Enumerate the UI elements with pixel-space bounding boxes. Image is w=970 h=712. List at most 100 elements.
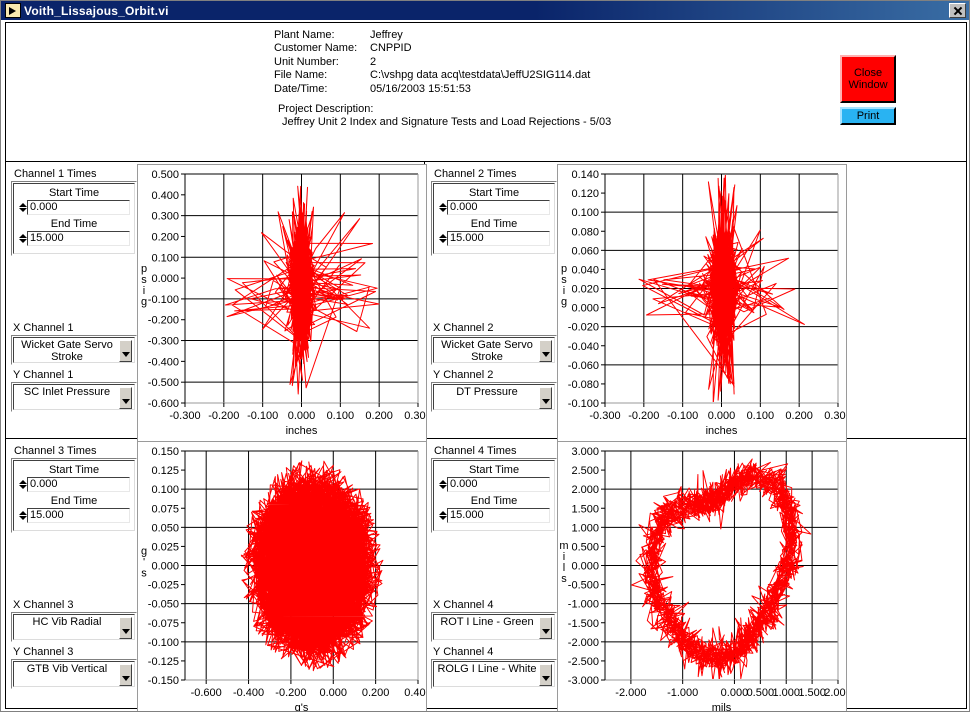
x-channel-1-select[interactable]: Wicket Gate Servo Stroke <box>11 335 137 365</box>
chart-4-plot[interactable]: 3.0002.5002.0001.5001.0000.5000.000-0.50… <box>558 442 846 712</box>
unit-number-value: 2 <box>370 55 377 68</box>
chart-1-container[interactable]: 0.500 0.400 0.300 0.200 0.100 0.000 -0.100 -0.2… <box>137 164 427 444</box>
channel-4-start-time-control[interactable]: 0.000 <box>438 477 550 492</box>
channel-1-start-time-input[interactable]: 0.000 <box>27 200 130 215</box>
chevron-up-icon[interactable] <box>438 480 447 484</box>
svg-text:g: g <box>141 296 147 308</box>
chevron-up-icon[interactable] <box>18 511 27 515</box>
chevron-down-icon[interactable] <box>18 239 27 243</box>
svg-text:-1.000: -1.000 <box>568 599 599 611</box>
chevron-down-icon[interactable] <box>119 387 132 409</box>
channel-3-start-time-stepper[interactable] <box>18 477 27 492</box>
svg-text:-0.400: -0.400 <box>148 356 179 368</box>
chevron-down-icon[interactable] <box>539 387 552 409</box>
chevron-up-icon[interactable] <box>438 203 447 207</box>
channel-2-end-time-input[interactable]: 15.000 <box>447 231 550 246</box>
chevron-up-icon[interactable] <box>438 234 447 238</box>
window-titlebar[interactable]: Voith_Lissajous_Orbit.vi <box>1 1 969 20</box>
svg-text:0.000: 0.000 <box>571 561 599 573</box>
y-channel-3-select[interactable]: GTB Vib Vertical <box>11 659 137 689</box>
channel-3-end-time-input[interactable]: 15.000 <box>27 508 130 523</box>
svg-text:g's: g's <box>295 702 309 712</box>
svg-text:0.000: 0.000 <box>571 303 599 315</box>
channel-4-end-time-stepper[interactable] <box>438 508 447 523</box>
svg-text:-0.600: -0.600 <box>148 398 179 410</box>
chevron-down-icon[interactable] <box>438 516 447 520</box>
x-channel-1-label: X Channel 1 <box>13 322 74 334</box>
y-channel-4-select[interactable]: ROLG I Line - White <box>431 659 557 689</box>
svg-text:0.150: 0.150 <box>151 446 179 458</box>
channel-2-end-time-stepper[interactable] <box>438 231 447 246</box>
close-icon[interactable] <box>949 3 966 18</box>
close-window-button[interactable]: Close Window <box>840 55 896 103</box>
chevron-down-icon[interactable] <box>438 208 447 212</box>
channel-2-end-time-control[interactable]: 15.000 <box>438 231 550 246</box>
svg-text:0.050: 0.050 <box>151 522 179 534</box>
chevron-down-icon[interactable] <box>119 340 132 362</box>
svg-text:0.000: 0.000 <box>721 687 749 699</box>
channel-3-start-time-input[interactable]: 0.000 <box>27 477 130 492</box>
y-channel-2-select[interactable]: DT Pressure <box>431 382 557 412</box>
channel-1-end-time-control[interactable]: 15.000 <box>18 231 130 246</box>
channel-2-start-time-control[interactable]: 0.000 <box>438 200 550 215</box>
print-button[interactable]: Print <box>840 107 896 125</box>
header-row-unit-number: Unit Number: 2 <box>274 56 611 69</box>
svg-text:0.060: 0.060 <box>571 245 599 257</box>
channel-3-end-time-stepper[interactable] <box>18 508 27 523</box>
svg-text:0.080: 0.080 <box>571 226 599 238</box>
channel-1-start-time-stepper[interactable] <box>18 200 27 215</box>
channel-4-start-time-stepper[interactable] <box>438 477 447 492</box>
y-channel-4-value: ROLG I Line - White <box>437 663 537 675</box>
chart-2-container[interactable]: 0.140 0.120 0.100 0.080 0.060 0.040 0.020 0.000… <box>557 164 847 444</box>
svg-text:0.100: 0.100 <box>571 207 599 219</box>
svg-text:2.500: 2.500 <box>571 465 599 477</box>
front-panel: Plant Name: Jeffrey Customer Name: CNPPI… <box>5 22 967 712</box>
date-time-label: Date/Time: <box>274 82 328 95</box>
x-channel-3-select[interactable]: HC Vib Radial <box>11 612 137 642</box>
svg-text:-0.200: -0.200 <box>208 410 239 422</box>
chart-1-plot[interactable]: 0.500 0.400 0.300 0.200 0.100 0.000 -0.100 -0.2… <box>138 165 426 443</box>
chevron-down-icon[interactable] <box>18 485 27 489</box>
channel-4-start-time-input[interactable]: 0.000 <box>447 477 550 492</box>
chevron-down-icon[interactable] <box>438 239 447 243</box>
svg-text:0.000: 0.000 <box>708 410 736 422</box>
chart-3-plot[interactable]: 0.150 0.125 0.100 0.075 0.050 0.025 0.000 -0.02… <box>138 442 426 712</box>
chevron-down-icon[interactable] <box>539 340 552 362</box>
x-channel-3-label: X Channel 3 <box>13 599 74 611</box>
x-channel-2-select[interactable]: Wicket Gate Servo Stroke <box>431 335 557 365</box>
chevron-up-icon[interactable] <box>18 203 27 207</box>
channel-1-start-time-control[interactable]: 0.000 <box>18 200 130 215</box>
chevron-down-icon[interactable] <box>18 516 27 520</box>
chevron-down-icon[interactable] <box>119 664 132 686</box>
channel-1-end-time-stepper[interactable] <box>18 231 27 246</box>
svg-text:0.500: 0.500 <box>747 687 775 699</box>
channel-2-start-time-stepper[interactable] <box>438 200 447 215</box>
chevron-down-icon[interactable] <box>119 617 132 639</box>
chevron-up-icon[interactable] <box>18 234 27 238</box>
channel-3-end-time-control[interactable]: 15.000 <box>18 508 130 523</box>
svg-text:-0.200: -0.200 <box>275 687 306 699</box>
chevron-up-icon[interactable] <box>438 511 447 515</box>
chart-3-container[interactable]: 0.150 0.125 0.100 0.075 0.050 0.025 0.000 -0.02… <box>137 441 427 712</box>
channel-4-end-time-control[interactable]: 15.000 <box>438 508 550 523</box>
channel-2-times-label: Channel 2 Times <box>434 168 517 180</box>
channel-3-start-time-control[interactable]: 0.000 <box>18 477 130 492</box>
chevron-down-icon[interactable] <box>539 664 552 686</box>
channel-1-end-time-input[interactable]: 15.000 <box>27 231 130 246</box>
channel-3-end-time-label: End Time <box>50 495 98 507</box>
chevron-down-icon[interactable] <box>539 617 552 639</box>
y-channel-1-select[interactable]: SC Inlet Pressure <box>11 382 137 412</box>
svg-text:g: g <box>561 296 567 308</box>
channel-3-times-box: Start Time 0.000 End Time 15.000 <box>11 458 137 533</box>
project-description-text: Jeffrey Unit 2 Index and Signature Tests… <box>282 116 612 129</box>
svg-text:-0.075: -0.075 <box>148 618 179 630</box>
chevron-up-icon[interactable] <box>18 480 27 484</box>
svg-text:0.040: 0.040 <box>571 264 599 276</box>
chevron-down-icon[interactable] <box>18 208 27 212</box>
chart-2-plot[interactable]: 0.140 0.120 0.100 0.080 0.060 0.040 0.020 0.000… <box>558 165 846 443</box>
chart-4-container[interactable]: 3.000 2.500 2.000 1.500 1.000 0.500 0.000 -0.50… <box>557 441 847 712</box>
x-channel-4-select[interactable]: ROT I Line - Green <box>431 612 557 642</box>
chevron-down-icon[interactable] <box>438 485 447 489</box>
channel-2-start-time-input[interactable]: 0.000 <box>447 200 550 215</box>
channel-4-end-time-input[interactable]: 15.000 <box>447 508 550 523</box>
